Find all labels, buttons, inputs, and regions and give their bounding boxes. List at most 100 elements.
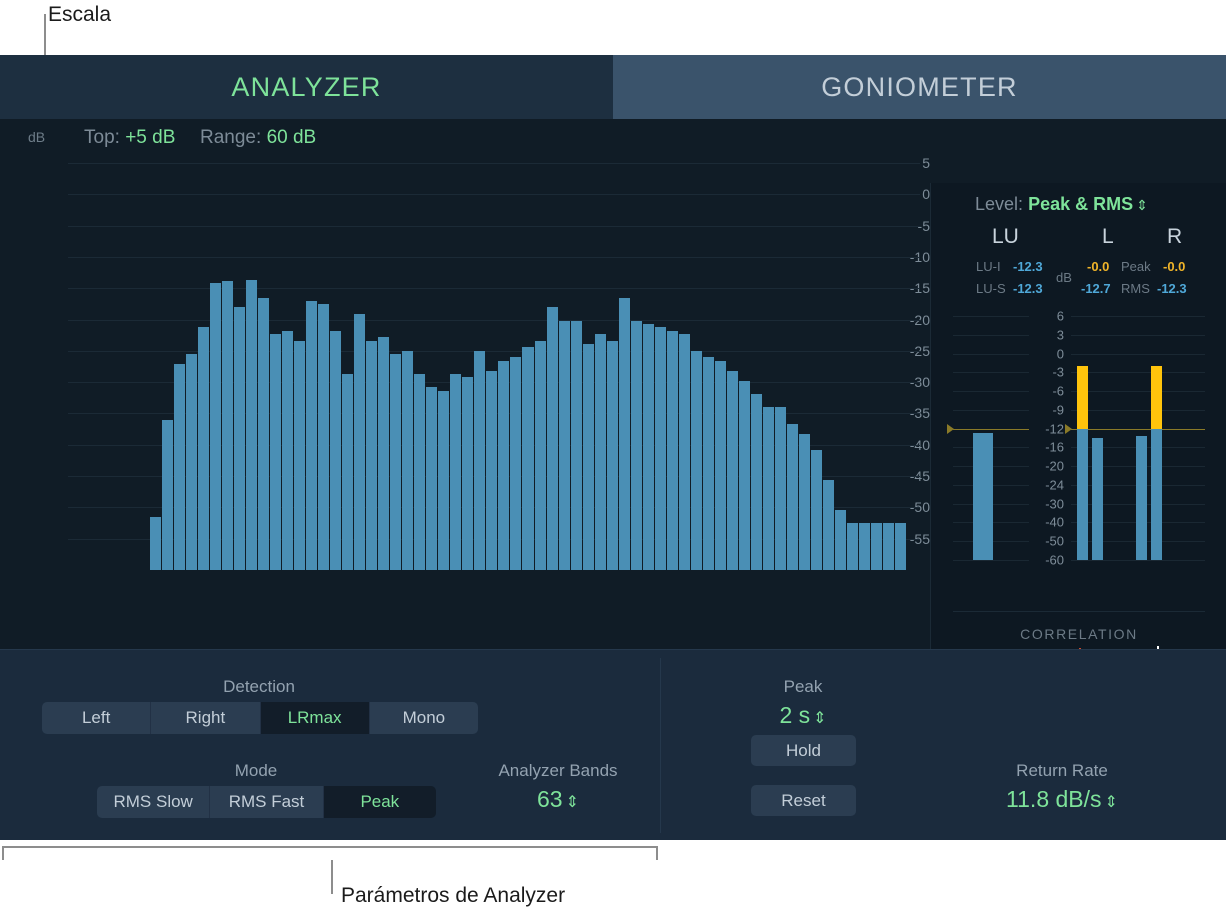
mode-option-rms-fast[interactable]: RMS Fast (210, 786, 323, 818)
spectrum-bar (799, 434, 810, 570)
analyzer-bands-number: 63 (537, 786, 563, 812)
top-value[interactable]: +5 dB (125, 127, 175, 148)
analyzer-bands-label: Analyzer Bands (498, 761, 617, 781)
tab-bar: ANALYZER GONIOMETER (0, 55, 1226, 119)
spectrum-bar (631, 321, 642, 570)
spectrum-bar (643, 324, 654, 570)
target-level-arrow[interactable] (1065, 424, 1072, 434)
bracket-top-line (2, 846, 658, 848)
level-value[interactable]: Peak & RMS (1028, 194, 1133, 214)
spectrum-bar (655, 327, 666, 570)
spectrum-bar (607, 341, 618, 570)
spectrum-bar (595, 334, 606, 570)
correlation-divider (953, 611, 1205, 612)
spectrum-bar (354, 314, 365, 570)
r-peak-bar-lower (1151, 429, 1162, 560)
meter-plot[interactable]: 630-3-6-9-12-16-20-24-30-40-50-60 (931, 298, 1226, 598)
level-mode-row[interactable]: Level: Peak & RMS⇕ (975, 194, 1148, 215)
spectrum-bar (342, 374, 353, 570)
l-rms-bar (1092, 438, 1103, 560)
range-readout[interactable]: Range: 60 dB (200, 127, 316, 149)
return-rate-number: 11.8 dB/s (1006, 786, 1101, 812)
lu-s-label: LU-S (976, 281, 1006, 296)
spectrum-bar (270, 334, 281, 570)
spectrum-bar (811, 450, 822, 570)
spectrum-bar (823, 480, 834, 570)
spectrum-bar (222, 281, 233, 570)
spectrum-bar (306, 301, 317, 570)
mode-segmented-control[interactable]: RMS SlowRMS FastPeak (97, 786, 436, 818)
meter-tick-label: 0 (1034, 346, 1064, 361)
target-level-line[interactable] (1071, 429, 1205, 430)
top-readout[interactable]: Top: +5 dB (84, 127, 175, 149)
spectrum-bar (583, 344, 594, 570)
r-rms-bar (1136, 436, 1147, 560)
l-peak-value: -0.0 (1087, 259, 1109, 274)
detection-option-lrmax[interactable]: LRmax (261, 702, 370, 734)
return-rate-stepper-icon[interactable]: ⇕ (1105, 794, 1118, 811)
l-rms-value: -12.7 (1081, 281, 1111, 296)
meter-gridline (953, 560, 1029, 561)
analyzer-bands-value[interactable]: 63⇕ (537, 786, 579, 813)
peak-time-stepper-icon[interactable]: ⇕ (813, 710, 826, 727)
bracket-left-tick (2, 846, 4, 860)
spectrum-bar (835, 510, 846, 570)
spectrum-bar (462, 377, 473, 570)
peak-time-value[interactable]: 2 s⇕ (779, 702, 826, 729)
spectrum-bar (282, 331, 293, 570)
spectrum-bar (234, 307, 245, 570)
gridline (68, 163, 920, 164)
spectrum-bar (739, 381, 750, 570)
l-peak-bar-lower (1077, 429, 1088, 560)
detection-option-left[interactable]: Left (42, 702, 151, 734)
spectrum-bar (162, 420, 173, 570)
correlation-label: CORRELATION (931, 626, 1226, 642)
spectrum-area[interactable]: dB Top: +5 dB Range: 60 dB 50-5-10-15-20… (0, 119, 930, 649)
mode-option-peak[interactable]: Peak (324, 786, 436, 818)
r-peak-bar (1151, 366, 1162, 429)
meter-gridline (953, 372, 1029, 373)
callout-parametros-label: Parámetros de Analyzer (341, 884, 565, 908)
spectrum-bar (859, 523, 870, 570)
return-rate-label: Return Rate (1016, 761, 1108, 781)
spectrum-bar (318, 304, 329, 570)
spectrum-bar (450, 374, 461, 570)
mode-option-rms-slow[interactable]: RMS Slow (97, 786, 210, 818)
meter-tick-label: -30 (1034, 496, 1064, 511)
meter-tick-label: -3 (1034, 365, 1064, 380)
spectrum-bar (366, 341, 377, 570)
lu-s-value: -12.3 (1013, 281, 1043, 296)
analyzer-display: dB Top: +5 dB Range: 60 dB 50-5-10-15-20… (0, 119, 1226, 649)
meter-gridline (1071, 372, 1205, 373)
range-value[interactable]: 60 dB (267, 127, 317, 148)
tab-goniometer[interactable]: GONIOMETER (613, 55, 1226, 119)
spectrum-bar (847, 523, 858, 570)
spectrum-bar (246, 280, 257, 570)
lu-meter-bar (973, 433, 993, 560)
reset-button[interactable]: Reset (751, 785, 856, 816)
lu-i-label: LU-I (976, 259, 1001, 274)
target-level-line[interactable] (953, 429, 1029, 430)
spectrum-bar (510, 357, 521, 570)
meter-gridline (1071, 335, 1205, 336)
spectrum-bar (402, 351, 413, 570)
detection-segmented-control[interactable]: LeftRightLRmaxMono (42, 702, 478, 734)
spectrum-bar (787, 424, 798, 570)
tab-analyzer[interactable]: ANALYZER (0, 55, 613, 119)
spectrum-bar (751, 394, 762, 570)
spectrum-bar (414, 374, 425, 570)
peak-time-label: Peak (784, 677, 823, 697)
return-rate-value[interactable]: 11.8 dB/s⇕ (1006, 786, 1118, 813)
spectrum-bar (547, 307, 558, 570)
target-level-arrow[interactable] (947, 424, 954, 434)
level-stepper-icon[interactable]: ⇕ (1136, 197, 1148, 213)
db-axis-title: dB (28, 129, 45, 145)
level-meter-panel: Level: Peak & RMS⇕ LU L R LU-I -12.3 LU-… (930, 183, 1226, 713)
detection-option-mono[interactable]: Mono (370, 702, 478, 734)
callout-escala-label: Escala (48, 3, 111, 27)
spectrum-bar (522, 347, 533, 570)
spectrum-bar (378, 337, 389, 570)
hold-button[interactable]: Hold (751, 735, 856, 766)
analyzer-bands-stepper-icon[interactable]: ⇕ (566, 794, 579, 811)
detection-option-right[interactable]: Right (151, 702, 260, 734)
